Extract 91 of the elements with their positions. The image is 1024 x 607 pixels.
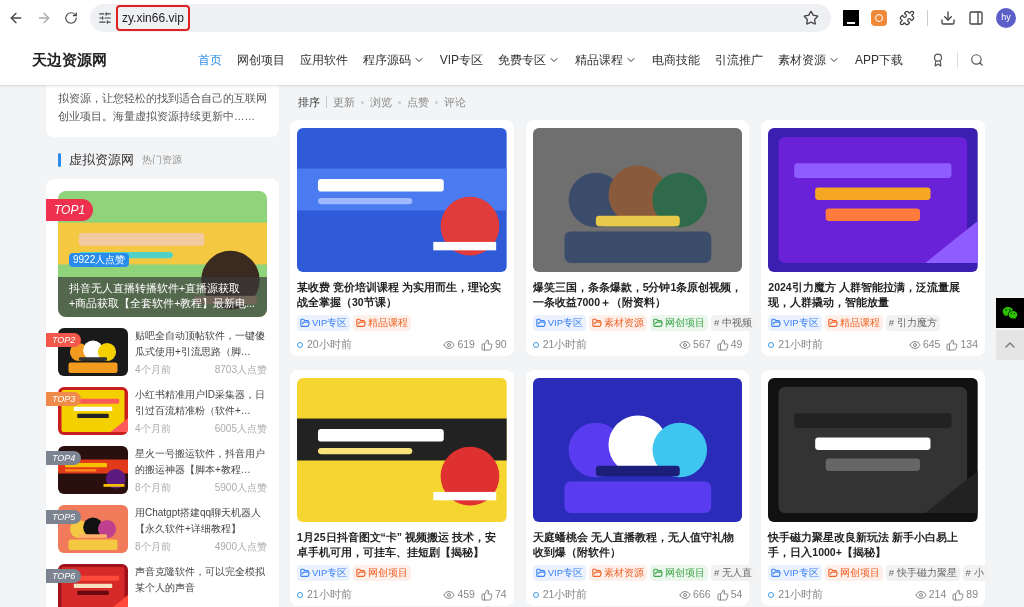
thumbs-up-icon (952, 588, 965, 601)
post-time: 8个月前 (135, 540, 171, 553)
site-logo[interactable]: 天边资源网 (32, 48, 107, 72)
nav-link[interactable]: 精品课程 (575, 51, 637, 69)
search-icon[interactable] (970, 53, 984, 67)
nav-link[interactable]: VIP专区 (439, 51, 483, 69)
download-icon[interactable] (940, 9, 956, 26)
site-settings-icon[interactable] (98, 10, 112, 25)
nav-link[interactable]: APP下载 (855, 51, 903, 69)
thumbs-up-icon (480, 588, 493, 601)
wechat-button[interactable] (996, 298, 1024, 328)
nav-link[interactable]: 素材资源 (778, 51, 840, 69)
like-count: 6005人点赞 (214, 422, 267, 435)
post-card[interactable]: 2024引力魔方 人群智能拉满，泛流量展现，人群撬动，智能放量 VIP专区 精品课程 # 引力魔方 21小时前 645 134 (761, 119, 985, 356)
nav-link[interactable]: 免费专区 (498, 51, 560, 69)
rank-badge: TOP1 (46, 198, 94, 221)
hashtag[interactable]: # 中视频 (710, 314, 755, 331)
post-card[interactable]: 1月25日抖音图文“卡” 视频搬运 技术，安卓手机可用，可挂车、挂短剧【揭秘】 VIP专区 网创项目 21小时前 459 74 (290, 369, 514, 606)
extensions-icon[interactable] (899, 9, 915, 26)
post-title[interactable]: 1月25日抖音图文“卡” 视频搬运 技术，安卓手机可用，可挂车、挂短剧【揭秘】 (297, 529, 507, 560)
post-title[interactable]: 声音克隆软件，可以完全模拟某个人的声音 (135, 563, 267, 596)
intro-text: 拟资源，让您轻松的找到适合自己的互联网创业项目。海量虚拟资源持续更新中…… (58, 91, 267, 124)
view-count: 666 (693, 586, 711, 602)
sort-label: 排序 (298, 95, 320, 110)
eye-icon (679, 588, 692, 601)
eye-icon (908, 338, 921, 351)
post-title[interactable]: 星火一号搬运软件，抖音用户的搬运神器【脚本+教程… (135, 445, 267, 478)
thumbs-up-icon (480, 338, 493, 351)
featured-post[interactable]: TOP1 9922人点赞 抖音无人直播转播软件+直播源获取+商品获取【全套软件+教程】最新电... (46, 190, 267, 317)
bookmark-star-icon[interactable] (803, 9, 819, 26)
post-title[interactable]: 2024引力魔方 人群智能拉满，泛流量展现，人群撬动，智能放量 (768, 279, 978, 310)
post-card[interactable]: 某收费 竞价培训课程 为实用而生，理论实战全掌握（30节课） VIP专区 精品课程 20小时前 619 90 (290, 119, 514, 356)
post-time: 8个月前 (135, 481, 171, 494)
wechat-icon (1002, 305, 1018, 321)
post-time: 21小时前 (778, 336, 823, 352)
hashtag[interactable]: # 快手磁力聚星 (885, 564, 960, 581)
post-time: 21小时前 (542, 336, 588, 352)
nav-link[interactable]: 首页 (197, 51, 222, 69)
post-title[interactable]: 天庭蟠桃会 无人直播教程，无人值守礼物收到爆（附软件） (532, 529, 743, 560)
view-count: 645 (922, 336, 941, 352)
eye-icon (443, 588, 456, 601)
post-time: 20小时前 (307, 336, 352, 352)
like-count: 8703人点赞 (214, 363, 267, 376)
post-time: 21小时前 (778, 586, 823, 602)
address-bar[interactable]: zy.xin66.vip (90, 3, 831, 32)
post-title[interactable]: 贴吧全自动顶帖软件，一键傻瓜式使用+引流思路（脚… (135, 327, 267, 360)
url-text: zy.xin66.vip (116, 4, 190, 31)
reload-icon[interactable] (64, 10, 78, 25)
like-count: 134 (960, 336, 978, 352)
post-time: 21小时前 (307, 586, 352, 602)
post-title[interactable]: 某收费 竞价培训课程 为实用而生，理论实战全掌握（30节课） (297, 279, 507, 310)
like-count: 54 (730, 586, 743, 602)
post-time: 4个月前 (135, 422, 171, 435)
side-panel-icon[interactable] (968, 9, 984, 26)
like-count: 74 (494, 586, 507, 602)
featured-caption: 抖音无人直播转播软件+直播源获取+商品获取【全套软件+教程】最新电... (58, 276, 267, 317)
hashtag[interactable]: # 小 (962, 564, 987, 581)
like-count: 4900人点赞 (214, 540, 267, 553)
post-time: 4个月前 (135, 363, 171, 376)
section-subtitle: 热门资源 (142, 153, 182, 168)
post-card[interactable]: 快手磁力聚星改良新玩法 新手小白易上手，日入1000+【揭秘】 VIP专区 网创项目 # 快手磁力聚星 # 小 21小时前 214 89 (761, 369, 985, 606)
nav-link[interactable]: 引流推广 (715, 51, 763, 69)
section-title: 虚拟资源网 (69, 151, 134, 169)
post-title[interactable]: 小红书精准用户ID采集器，日引过百流精准粉（软件+… (135, 386, 267, 419)
thumbs-up-icon (716, 588, 729, 601)
eye-icon (679, 338, 692, 351)
post-time: 21小时前 (542, 586, 588, 602)
like-count: 49 (730, 336, 743, 352)
thumbs-up-icon (716, 338, 729, 351)
nav-link[interactable]: 程序源码 (362, 51, 425, 69)
view-count: 619 (457, 336, 475, 352)
eye-icon (443, 338, 456, 351)
view-count: 567 (693, 336, 711, 352)
nav-link[interactable]: 电商技能 (652, 51, 700, 69)
like-count: 89 (966, 586, 978, 602)
nav-link[interactable]: 网创项目 (236, 51, 285, 69)
profile-avatar[interactable]: hy (996, 7, 1016, 28)
view-count: 214 (928, 586, 947, 602)
view-count: 459 (457, 586, 475, 602)
nav-link[interactable]: 应用软件 (299, 51, 348, 69)
post-title[interactable]: 用Chatgpt搭建qq聊天机器人【永久软件+详细教程】 (135, 504, 267, 537)
thumbs-up-icon (946, 338, 959, 351)
hashtag[interactable]: # 引力魔方 (885, 314, 940, 331)
hashtag[interactable]: # 无人直 (710, 564, 755, 581)
award-icon[interactable] (931, 53, 945, 67)
eye-icon (914, 588, 927, 601)
like-count: 5900人点赞 (214, 481, 267, 494)
like-count: 90 (494, 336, 507, 352)
post-title[interactable]: 爆笑三国，条条爆款，5分钟1条原创视频，一条收益7000＋（附资料） (532, 279, 743, 310)
post-title[interactable]: 快手磁力聚星改良新玩法 新手小白易上手，日入1000+【揭秘】 (768, 529, 978, 560)
extension-icon[interactable] (843, 9, 859, 26)
